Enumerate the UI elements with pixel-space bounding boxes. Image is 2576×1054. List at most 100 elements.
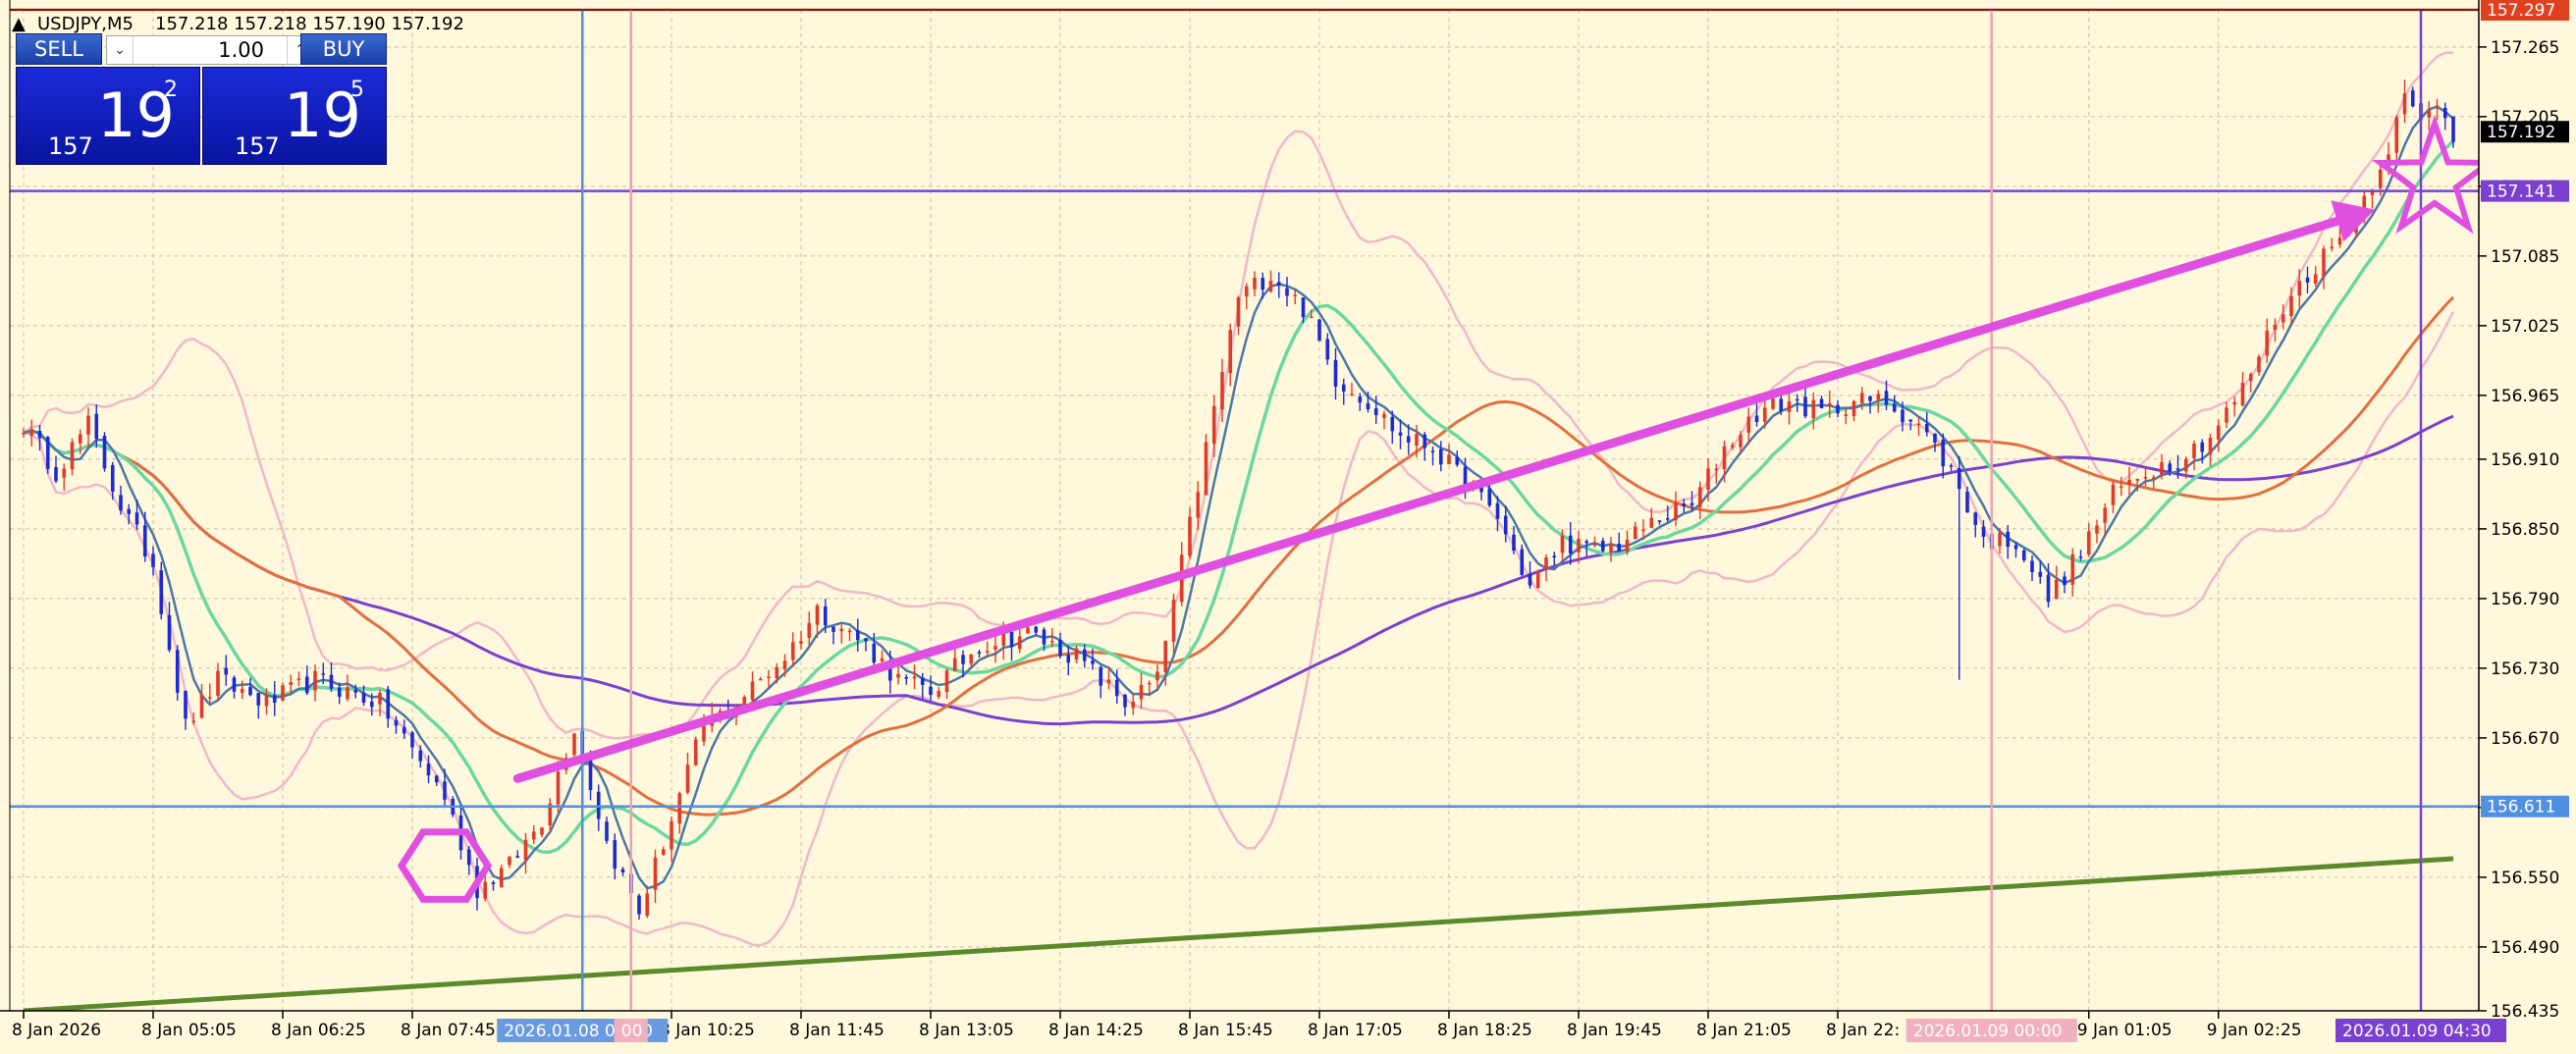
candle-body: [1535, 572, 1540, 589]
candle-body: [402, 726, 406, 734]
x-tick-label: 8 Jan 19:45: [1567, 1021, 1662, 1040]
candle-body: [952, 658, 957, 671]
candle-body: [1366, 402, 1370, 410]
candle-body: [2337, 237, 2342, 245]
candle-body: [2330, 246, 2334, 249]
candle-body: [2313, 274, 2318, 284]
candle-body: [2427, 109, 2432, 118]
candle-body: [1933, 433, 1937, 443]
candle-body: [1042, 629, 1046, 645]
candle-body: [1147, 682, 1152, 685]
candle-body: [2240, 382, 2245, 406]
candle-body: [896, 673, 900, 678]
buy-price-sup: 5: [350, 78, 364, 102]
candle-body: [1827, 402, 1832, 406]
x-tick-label: 8 Jan 14:25: [1048, 1021, 1144, 1040]
candle-body: [313, 670, 317, 691]
candle-body: [1787, 401, 1792, 412]
candle-body: [2135, 478, 2140, 481]
candle-body: [1211, 405, 1216, 445]
y-tick-label: 156.670: [2491, 729, 2559, 749]
candle-body: [961, 655, 965, 664]
candle-body: [750, 681, 755, 701]
candle-body: [256, 693, 261, 706]
candle-body: [1058, 640, 1062, 657]
ohlc-label: 157.218 157.218 157.190 157.192: [155, 14, 464, 34]
candle-body: [1236, 297, 1241, 327]
candle-body: [2378, 169, 2383, 188]
candle-body: [1406, 436, 1411, 443]
candle-body: [1641, 529, 1645, 532]
candle-body: [304, 676, 309, 694]
candle-body: [2322, 248, 2326, 278]
candle-body: [758, 678, 763, 681]
candle-body: [159, 570, 164, 614]
candle-body: [944, 670, 949, 693]
candle-body: [540, 827, 544, 835]
candle-body: [969, 654, 974, 664]
buy-button[interactable]: BUY: [300, 33, 387, 65]
lot-size-input[interactable]: [134, 38, 266, 62]
candle-body: [790, 642, 795, 660]
candle-body: [1293, 294, 1298, 296]
candle-body: [1803, 396, 1807, 417]
candle-body: [1455, 456, 1460, 465]
candle-body: [1811, 399, 1816, 419]
sell-price-prefix: 157: [48, 132, 93, 160]
candle-body: [832, 626, 835, 632]
sell-button[interactable]: SELL: [16, 33, 102, 65]
x-tick-label: 9 Jan 01:05: [2077, 1021, 2173, 1040]
candle-body: [1333, 359, 1338, 387]
candle-body: [823, 606, 828, 626]
candle-body: [1617, 544, 1622, 551]
candle-body: [1706, 468, 1710, 491]
candle-body: [102, 436, 107, 469]
candle-body: [329, 674, 334, 689]
candle-body: [426, 764, 431, 776]
candle-body: [1309, 316, 1314, 319]
y-tick-label: 157.265: [2491, 38, 2559, 58]
candle-body: [1819, 398, 1824, 408]
collapse-icon[interactable]: ▲: [12, 14, 26, 34]
x-tick-label: 8 Jan 10:25: [660, 1021, 755, 1040]
lot-decrease-icon[interactable]: ⌄: [107, 36, 134, 64]
candle-body: [1099, 666, 1103, 686]
candle-body: [1123, 694, 1127, 708]
candle-body: [1844, 414, 1849, 416]
sell-price-box[interactable]: 157 19 2: [16, 67, 200, 165]
candle-body: [1520, 549, 1525, 575]
x-tick-label: 8 Jan 06:25: [271, 1021, 366, 1040]
candle-body: [1495, 502, 1500, 519]
y-tick-label: 157.085: [2491, 247, 2559, 267]
candle-body: [264, 694, 269, 707]
candle-body: [523, 839, 528, 861]
candle-body: [272, 695, 277, 704]
candle-body: [1026, 627, 1030, 634]
candle-body: [1430, 450, 1435, 452]
candle-body: [1609, 543, 1613, 553]
candle-body: [1901, 409, 1905, 423]
candle-body: [880, 658, 885, 661]
x-tick-label: 8 Jan 15:45: [1178, 1021, 1273, 1040]
candle-body: [248, 687, 252, 696]
candle-body: [1398, 432, 1403, 436]
symbol-label: USDJPY,M5: [37, 14, 134, 34]
y-tick-label: 157.025: [2491, 317, 2559, 337]
candle-body: [1892, 403, 1897, 412]
buy-price-box[interactable]: 157 19 5: [202, 67, 387, 165]
candle-body: [1771, 398, 1775, 409]
candle-body: [531, 831, 536, 840]
candle-body: [2281, 314, 2285, 323]
candle-body: [1487, 489, 1492, 506]
candle-body: [920, 677, 925, 685]
candle-body: [1884, 391, 1889, 405]
candle-body: [2248, 374, 2253, 382]
candle-body: [2111, 484, 2116, 505]
candle-body: [1568, 535, 1573, 553]
candle-body: [1382, 413, 1386, 419]
candle-body: [1204, 442, 1208, 496]
candle-body: [2257, 356, 2261, 373]
candle-body: [1163, 640, 1168, 672]
candle-body: [1171, 600, 1176, 642]
candle-body: [815, 606, 820, 625]
